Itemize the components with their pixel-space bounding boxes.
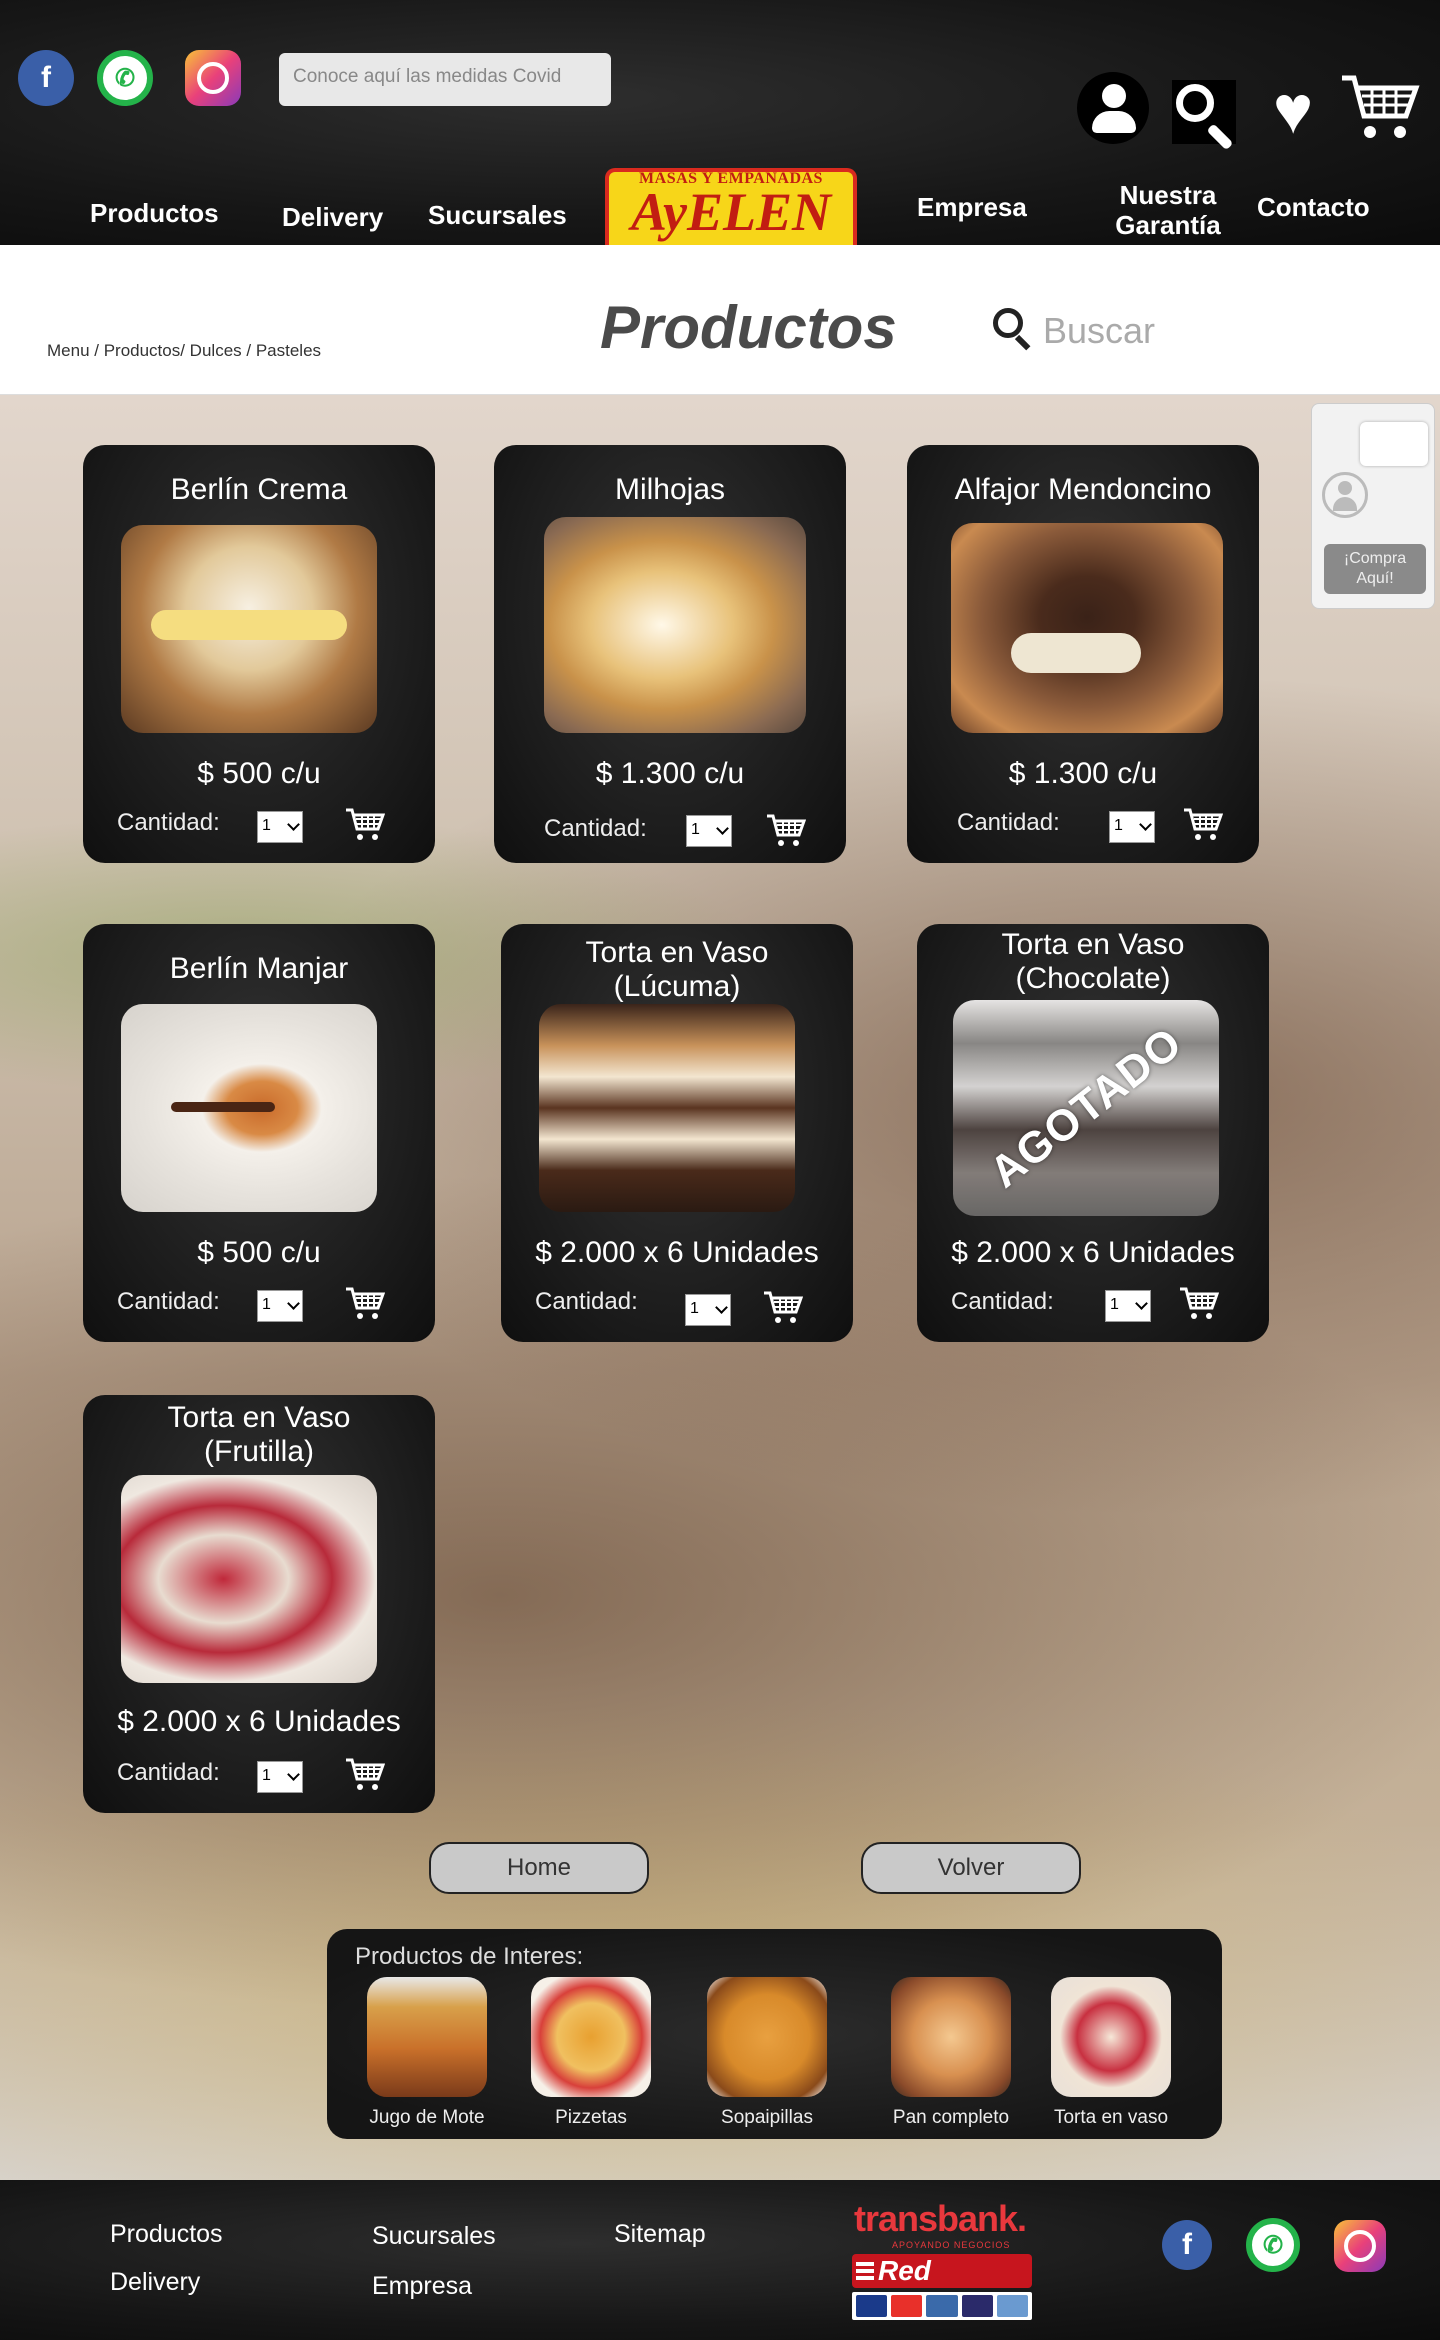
quantity-label: Cantidad: bbox=[535, 1288, 638, 1315]
user-account-icon[interactable] bbox=[1077, 72, 1149, 144]
footer-link-sucursales[interactable]: Sucursales bbox=[372, 2222, 496, 2251]
facebook-icon[interactable]: f bbox=[1162, 2220, 1212, 2270]
related-products-panel: Productos de Interes: Jugo de Mote Pizze… bbox=[327, 1929, 1222, 2139]
quantity-label: Cantidad: bbox=[951, 1288, 1054, 1315]
related-item-pizzetas[interactable]: Pizzetas bbox=[521, 1977, 661, 2129]
product-name: Torta en Vaso (Chocolate) bbox=[1001, 928, 1185, 995]
buy-here-button[interactable]: ¡Compra Aquí! bbox=[1324, 544, 1426, 594]
related-item-torta-en-vaso[interactable]: Torta en vaso bbox=[1041, 1977, 1181, 2129]
transbank-redcompra-logo: transbank. APOYANDO NEGOCIOS Red compra bbox=[852, 2198, 1032, 2323]
product-name: Berlín Manjar bbox=[169, 952, 349, 985]
related-item-jugo-de-mote[interactable]: Jugo de Mote bbox=[357, 1977, 497, 2129]
avatar bbox=[1322, 472, 1368, 518]
product-card[interactable]: Milhojas $ 1.300 c/u Cantidad: 1 bbox=[494, 445, 846, 863]
quantity-select[interactable]: 1 bbox=[1105, 1290, 1151, 1322]
product-name: Torta en Vaso (Lúcuma) bbox=[585, 936, 769, 1003]
product-card[interactable]: Alfajor Mendoncino $ 1.300 c/u Cantidad:… bbox=[907, 445, 1259, 863]
product-card[interactable]: Berlín Manjar $ 500 c/u Cantidad: 1 bbox=[83, 924, 435, 1342]
home-button[interactable]: Home bbox=[429, 1842, 649, 1894]
product-image bbox=[121, 1475, 377, 1683]
quantity-label: Cantidad: bbox=[117, 1288, 220, 1315]
search-icon[interactable] bbox=[1172, 80, 1236, 151]
instagram-icon[interactable] bbox=[185, 50, 241, 106]
transbank-subtext: APOYANDO NEGOCIOS bbox=[892, 2240, 1011, 2250]
whatsapp-icon[interactable]: ✆ bbox=[97, 50, 153, 106]
add-to-cart-icon[interactable] bbox=[1179, 1286, 1219, 1322]
related-item-pan-completo[interactable]: Pan completo bbox=[881, 1977, 1021, 2129]
quantity-label: Cantidad: bbox=[117, 1759, 220, 1786]
product-name: Torta en Vaso (Frutilla) bbox=[167, 1401, 351, 1468]
related-products-title: Productos de Interes: bbox=[355, 1943, 584, 1970]
product-card[interactable]: Torta en Vaso (Chocolate) AGOTADO $ 2.00… bbox=[917, 924, 1269, 1342]
search-icon[interactable] bbox=[993, 308, 1031, 351]
product-name: Alfajor Mendoncino bbox=[954, 473, 1212, 506]
product-image bbox=[539, 1004, 795, 1212]
product-price: $ 500 c/u bbox=[197, 757, 321, 790]
search-input[interactable]: Buscar bbox=[1043, 310, 1155, 352]
site-footer: Productos Delivery Sucursales Empresa Si… bbox=[0, 2180, 1440, 2340]
quantity-label: Cantidad: bbox=[117, 809, 220, 836]
transbank-text: transbank. bbox=[854, 2198, 1027, 2239]
product-name: Milhojas bbox=[614, 473, 726, 506]
nav-productos[interactable]: Productos bbox=[90, 198, 219, 229]
quantity-select[interactable]: 1 bbox=[1109, 811, 1155, 843]
quantity-select[interactable]: 1 bbox=[686, 815, 732, 847]
product-image bbox=[121, 1004, 377, 1212]
footer-link-delivery[interactable]: Delivery bbox=[110, 2268, 200, 2297]
product-card[interactable]: Torta en Vaso (Lúcuma) $ 2.000 x 6 Unida… bbox=[501, 924, 853, 1342]
add-to-cart-icon[interactable] bbox=[763, 1290, 803, 1326]
add-to-cart-icon[interactable] bbox=[1183, 807, 1223, 843]
chat-bubble-icon bbox=[1360, 422, 1428, 466]
add-to-cart-icon[interactable] bbox=[766, 813, 806, 849]
quantity-select[interactable]: 1 bbox=[685, 1294, 731, 1326]
product-image bbox=[121, 525, 377, 733]
favorites-heart-icon[interactable]: ♥ bbox=[1258, 75, 1328, 145]
product-price: $ 500 c/u bbox=[197, 1236, 321, 1269]
product-image bbox=[951, 523, 1223, 733]
product-price: $ 2.000 x 6 Unidades bbox=[951, 1236, 1235, 1269]
facebook-icon[interactable]: f bbox=[18, 50, 74, 106]
product-name: Berlín Crema bbox=[170, 473, 348, 506]
add-to-cart-icon[interactable] bbox=[345, 807, 385, 843]
subheader: Menu / Productos/ Dulces / Pasteles Prod… bbox=[0, 245, 1440, 395]
logo-big-text: AyELEN bbox=[631, 182, 831, 242]
quantity-select[interactable]: 1 bbox=[257, 1290, 303, 1322]
chat-widget[interactable]: ¡Compra Aquí! bbox=[1311, 403, 1435, 609]
quantity-label: Cantidad: bbox=[957, 809, 1060, 836]
product-image bbox=[544, 517, 806, 733]
covid-info-field[interactable]: Conoce aquí las medidas Covid bbox=[279, 53, 611, 106]
instagram-icon[interactable] bbox=[1334, 2220, 1386, 2272]
add-to-cart-icon[interactable] bbox=[345, 1286, 385, 1322]
whatsapp-icon[interactable]: ✆ bbox=[1246, 2218, 1300, 2272]
nav-contacto[interactable]: Contacto bbox=[1257, 192, 1370, 223]
add-to-cart-icon[interactable] bbox=[345, 1757, 385, 1793]
product-price: $ 1.300 c/u bbox=[595, 757, 745, 790]
product-image: AGOTADO bbox=[953, 1000, 1219, 1216]
related-item-sopaipillas[interactable]: Sopaipillas bbox=[697, 1977, 837, 2129]
quantity-label: Cantidad: bbox=[544, 815, 647, 842]
nav-delivery[interactable]: Delivery bbox=[282, 202, 383, 233]
product-price: $ 2.000 x 6 Unidades bbox=[535, 1236, 819, 1269]
product-card[interactable]: Berlín Crema $ 500 c/u Cantidad: 1 bbox=[83, 445, 435, 863]
breadcrumb[interactable]: Menu / Productos/ Dulces / Pasteles bbox=[47, 341, 321, 361]
quantity-select[interactable]: 1 bbox=[257, 811, 303, 843]
quantity-select[interactable]: 1 bbox=[257, 1761, 303, 1793]
back-button[interactable]: Volver bbox=[861, 1842, 1081, 1894]
footer-link-productos[interactable]: Productos bbox=[110, 2220, 223, 2249]
page-title: Productos bbox=[600, 294, 897, 361]
footer-link-empresa[interactable]: Empresa bbox=[372, 2272, 472, 2301]
sold-out-badge: AGOTADO bbox=[980, 1017, 1191, 1198]
nav-nuestra-garantia[interactable]: Nuestra Garantía bbox=[1088, 180, 1248, 240]
redcompra-text: Red compra bbox=[852, 2254, 1032, 2320]
nav-sucursales[interactable]: Sucursales bbox=[428, 200, 567, 231]
footer-link-sitemap[interactable]: Sitemap bbox=[614, 2220, 706, 2249]
cart-icon[interactable] bbox=[1340, 72, 1420, 144]
card-brands-icon bbox=[852, 2292, 1032, 2320]
nav-empresa[interactable]: Empresa bbox=[917, 192, 1027, 223]
product-price: $ 2.000 x 6 Unidades bbox=[117, 1705, 401, 1738]
product-card[interactable]: Torta en Vaso (Frutilla) $ 2.000 x 6 Uni… bbox=[83, 1395, 435, 1813]
product-price: $ 1.300 c/u bbox=[1008, 757, 1158, 790]
